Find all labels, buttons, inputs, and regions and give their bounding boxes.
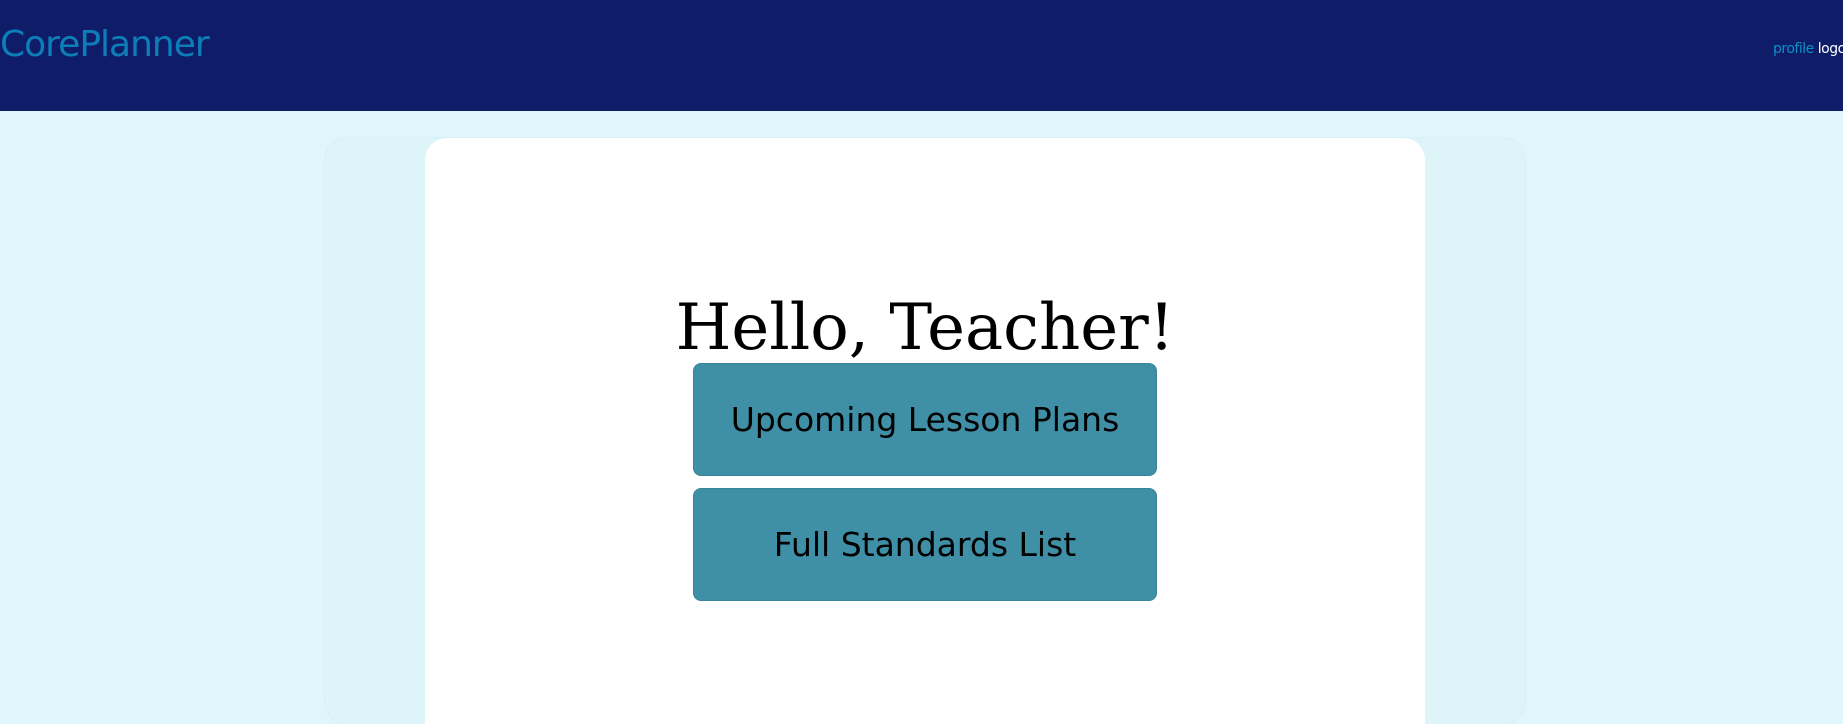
user-nav: profilelogout [1773, 41, 1843, 57]
profile-link[interactable]: profile [1773, 41, 1814, 57]
upcoming-lesson-plans-button[interactable]: Upcoming Lesson Plans [693, 363, 1157, 476]
main-card: Hello, Teacher! Upcoming Lesson Plans Fu… [425, 138, 1425, 724]
brand-logo-link[interactable]: CorePlanner [0, 24, 210, 65]
full-standards-list-button[interactable]: Full Standards List [693, 488, 1157, 601]
greeting-heading: Hello, Teacher! [675, 291, 1175, 365]
logout-link[interactable]: logout [1818, 41, 1843, 57]
top-nav-bar: CorePlanner profilelogout [0, 0, 1843, 111]
